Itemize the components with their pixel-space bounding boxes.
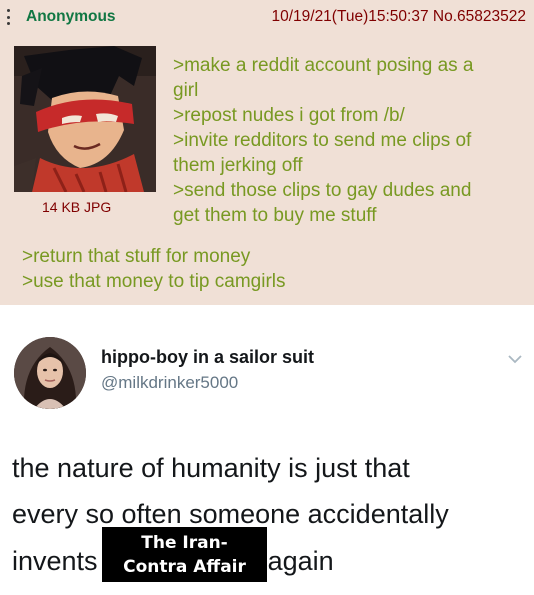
caption-line: Contra Affair	[123, 557, 246, 577]
tweet-card: hippo-boy in a sailor suit @milkdrinker5…	[0, 317, 534, 595]
meme-image: Anonymous 10/19/21(Tue)15:50:37 No.65823…	[0, 0, 534, 595]
greentext-line: girl	[173, 80, 199, 101]
greentext-line: get them to buy me stuff	[173, 205, 377, 226]
tweet-handle[interactable]: @milkdrinker5000	[101, 373, 238, 393]
greentext-line: >repost nudes i got from /b/	[173, 105, 405, 126]
greentext-line: >invite redditors to send me clips of	[173, 130, 472, 151]
post-date-number: 10/19/21(Tue)15:50:37 No.65823522	[271, 8, 526, 25]
greentext-line: them jerking off	[173, 155, 303, 176]
anime-character-illustration	[14, 46, 156, 192]
post-thumbnail[interactable]	[14, 46, 156, 192]
chevron-down-icon[interactable]	[508, 354, 522, 364]
avatar-photo	[14, 337, 86, 409]
avatar[interactable]	[14, 337, 86, 409]
file-info: 14 KB JPG	[42, 199, 112, 215]
tweet-text-end: again	[267, 546, 334, 576]
greentext-line: >use that money to tip camgirls	[22, 271, 286, 292]
greentext-line: >return that stuff for money	[22, 246, 251, 267]
imageboard-post: Anonymous 10/19/21(Tue)15:50:37 No.65823…	[0, 0, 534, 305]
greentext-block-bottom: >return that stuff for money >use that m…	[22, 244, 522, 294]
tweet-text-line: every so often someone accidentally	[12, 499, 449, 529]
section-divider	[0, 305, 534, 317]
post-menu-icon[interactable]	[4, 9, 12, 25]
greentext-line: >make a reddit account posing as a	[173, 55, 474, 76]
tweet-display-name[interactable]: hippo-boy in a sailor suit	[101, 347, 314, 368]
overlay-caption: The Iran- Contra Affair	[102, 527, 267, 582]
greentext-block-right: >make a reddit account posing as a girl …	[173, 53, 523, 228]
tweet-text-line: the nature of humanity is just that	[12, 453, 410, 483]
poster-name: Anonymous	[26, 8, 116, 25]
post-header: Anonymous 10/19/21(Tue)15:50:37 No.65823…	[4, 6, 530, 28]
greentext-line: >send those clips to gay dudes and	[173, 180, 472, 201]
tweet-text-start: invents	[12, 546, 98, 576]
caption-line: The Iran-	[141, 533, 228, 553]
